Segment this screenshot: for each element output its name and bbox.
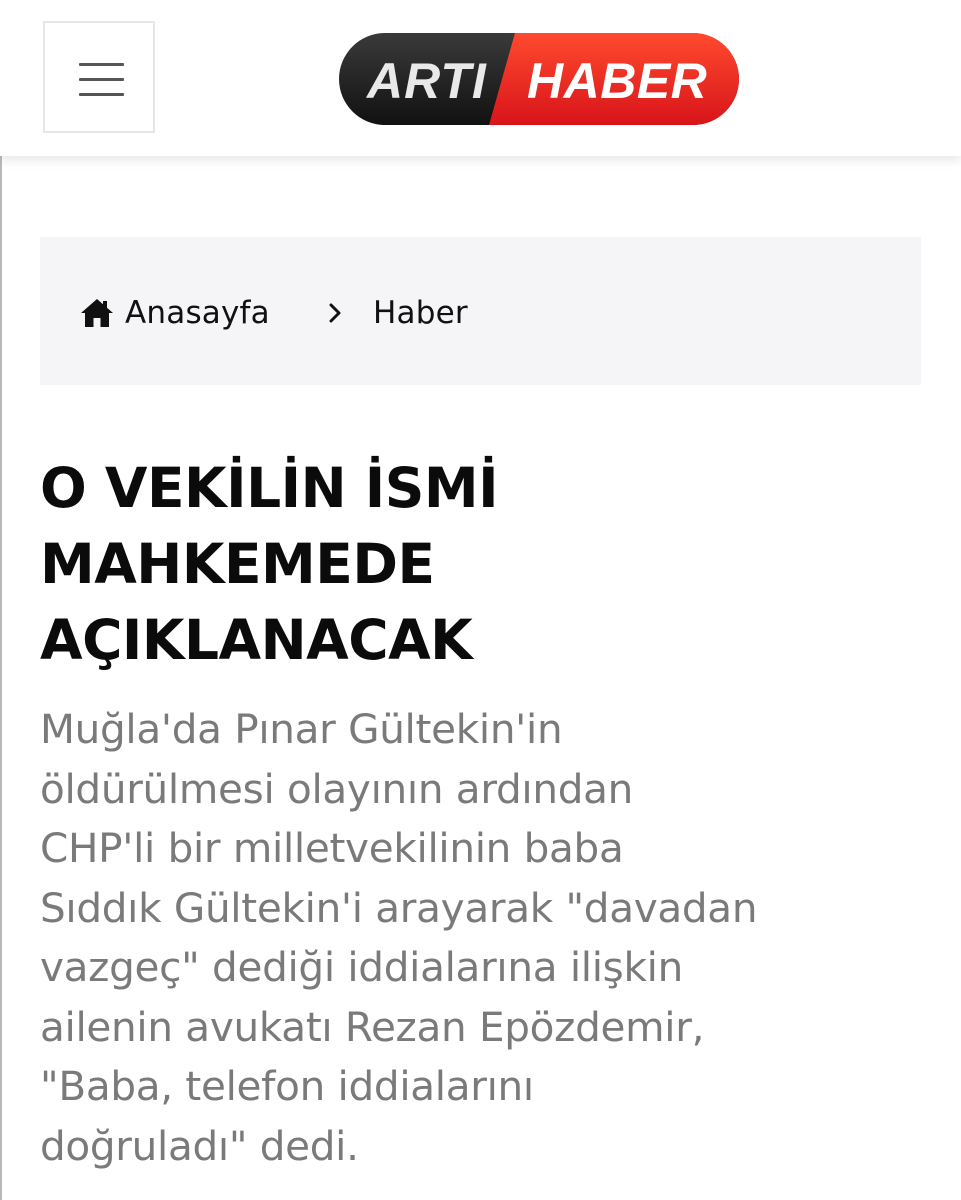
breadcrumb-current[interactable]: Haber (373, 293, 468, 333)
home-icon (81, 299, 113, 327)
breadcrumb-home-label: Anasayfa (125, 295, 270, 331)
logo-text-haber: HABER (527, 53, 707, 109)
breadcrumb: Anasayfa Haber (40, 237, 921, 385)
article-summary: Muğla'da Pınar Gültekin'in öldürülmesi o… (40, 700, 940, 1176)
summary-line: Sıddık Gültekin'i arayarak "davadan (40, 883, 758, 932)
left-edge (0, 0, 2, 1200)
summary-line: CHP'li bir milletvekilinin baba (40, 824, 624, 872)
site-header: ARTI HABER (0, 0, 961, 156)
summary-line: ailenin avukatı Rezan Epözdemir, (40, 1002, 705, 1051)
logo-text-arti: ARTI (365, 53, 487, 109)
headline-line: O VEKİLİN İSMİ (40, 456, 499, 520)
site-logo[interactable]: ARTI HABER (339, 33, 739, 125)
article-headline: O VEKİLİN İSMİ MAHKEMEDE AÇIKLANACAK (40, 450, 920, 678)
menu-button[interactable] (43, 21, 155, 133)
breadcrumb-home-link[interactable]: Anasayfa (81, 293, 270, 333)
summary-line: doğruladı" dedi. (40, 1121, 359, 1170)
summary-line: vazgeç" dediği iddialarına ilişkin (40, 943, 683, 991)
chevron-right-icon (328, 303, 342, 327)
headline-line: AÇIKLANACAK (40, 608, 473, 672)
summary-line: Muğla'da Pınar Gültekin'in (40, 705, 563, 753)
headline-line: MAHKEMEDE (40, 532, 435, 596)
summary-line: "Baba, telefon iddialarını (40, 1062, 534, 1110)
summary-line: öldürülmesi olayının ardından (40, 764, 633, 813)
